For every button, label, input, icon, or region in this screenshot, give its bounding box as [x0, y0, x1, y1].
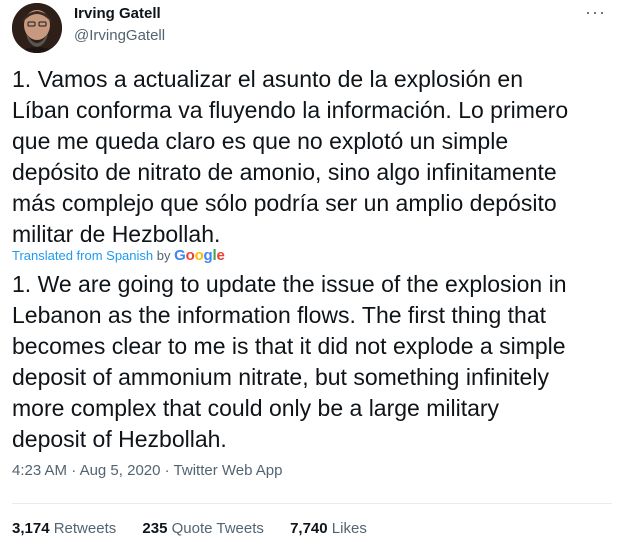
translation-by: by [156, 248, 171, 263]
author-handle[interactable]: @IrvingGatell [74, 27, 165, 44]
retweets-stat[interactable]: 3,174 Retweets [12, 520, 116, 537]
more-options-icon[interactable]: ··· [585, 2, 606, 23]
meta-separator: · [71, 462, 77, 479]
tweet-header: Irving Gatell @IrvingGatell ··· [12, 0, 612, 60]
likes-stat[interactable]: 7,740 Likes [290, 520, 367, 537]
avatar-image [12, 3, 62, 53]
tweet-date[interactable]: Aug 5, 2020 [80, 462, 161, 479]
tweet-stats: 3,174 Retweets 235 Quote Tweets 7,740 Li… [12, 520, 389, 537]
avatar[interactable] [12, 3, 62, 53]
author-name[interactable]: Irving Gatell [74, 5, 161, 22]
quotes-count: 235 [142, 520, 168, 537]
divider [12, 503, 612, 504]
likes-count: 7,740 [290, 520, 328, 537]
retweets-label: Retweets [53, 520, 117, 537]
meta-separator: · [164, 462, 170, 479]
tweet-time[interactable]: 4:23 AM [12, 462, 67, 479]
translation-label[interactable]: Translated from Spanish by Google [12, 247, 225, 264]
likes-label: Likes [331, 520, 367, 537]
tweet-translated-text: 1. We are going to update the issue of t… [12, 271, 567, 452]
quotes-label: Quote Tweets [171, 520, 264, 537]
translation-label-text: Translated from Spanish [12, 248, 154, 263]
tweet-meta: 4:23 AM · Aug 5, 2020 · Twitter Web App [12, 462, 283, 479]
google-logo: Google [174, 247, 225, 264]
tweet-source[interactable]: Twitter Web App [174, 462, 283, 479]
quote-tweets-stat[interactable]: 235 Quote Tweets [142, 520, 263, 537]
retweets-count: 3,174 [12, 520, 50, 537]
tweet-original-text: 1. Vamos a actualizar el asunto de la ex… [12, 66, 569, 247]
